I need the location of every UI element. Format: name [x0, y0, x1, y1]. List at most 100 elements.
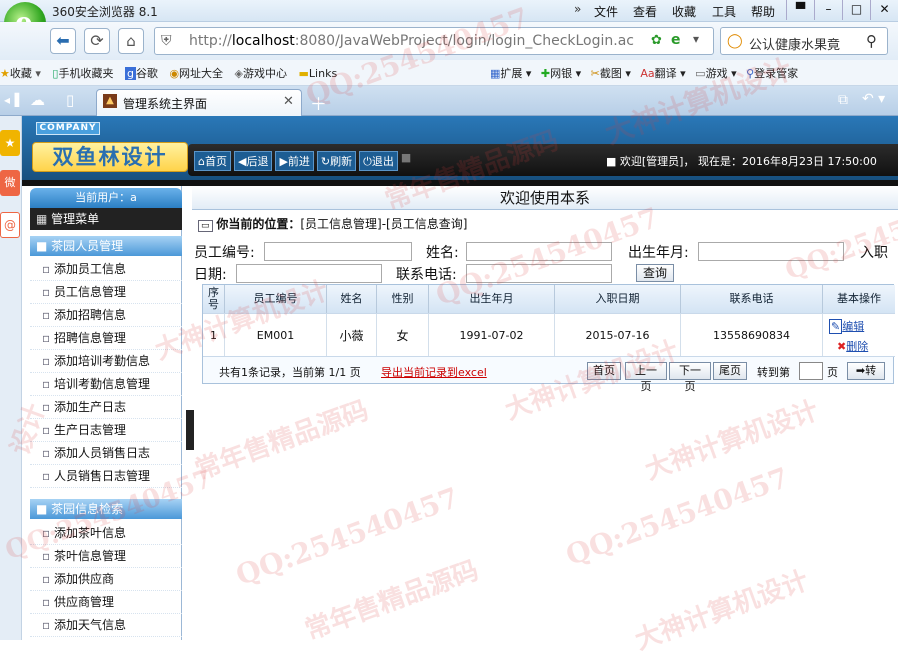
birth-input[interactable]: [698, 242, 844, 261]
nav-strip: ⌂首页 ◀后退 ▶前进 ↻刷新 ⏻退出 ■ ■ 欢迎[管理员]， 现在是：201…: [188, 144, 898, 176]
goto-button[interactable]: ➡转: [847, 362, 885, 380]
ext-screenshot[interactable]: 截图: [600, 67, 622, 80]
minimize-icon[interactable]: –: [814, 0, 842, 20]
sidebar-menu-item[interactable]: ▫ 添加茶叶信息: [30, 522, 182, 545]
maximize-icon[interactable]: □: [842, 0, 870, 20]
chevron-down-icon[interactable]: ▾: [693, 32, 699, 46]
export-excel-link[interactable]: 导出当前记录到excel: [381, 364, 487, 380]
bookmark-games[interactable]: 游戏中心: [243, 67, 287, 80]
sidebar-menu-item[interactable]: ▫ 供应商管理: [30, 591, 182, 614]
ext-login[interactable]: 登录管家: [754, 67, 798, 80]
search-box[interactable]: ◯ 公认健康水果竟 ⚲: [720, 27, 888, 55]
sidebar-menu-item[interactable]: ▫ 添加天气信息: [30, 614, 182, 637]
sidebar-menu-item[interactable]: ▫ 添加生产日志: [30, 396, 182, 419]
emp-no-input[interactable]: [264, 242, 412, 261]
menu-view[interactable]: 查看: [633, 3, 657, 20]
query-button[interactable]: 查询: [636, 264, 674, 282]
cell-actions: ✎ 编辑 ✖删除: [823, 314, 895, 356]
phone-input[interactable]: [466, 264, 612, 283]
bookmark-links[interactable]: Links: [309, 67, 337, 80]
sidebar-menu-item[interactable]: ▫ 招聘信息管理: [30, 327, 182, 350]
col-birth: 出生年月: [429, 285, 555, 313]
tab-bar: ◂▐ ☁ ▯ ▲ 管理系统主界面 ✕ ＋ ⧉ ↶ ▾: [0, 86, 898, 116]
bookmark-google[interactable]: 谷歌: [136, 67, 158, 80]
weibo-icon[interactable]: 微: [0, 170, 20, 196]
bookmark-sites[interactable]: 网址大全: [179, 67, 223, 80]
ext-extend[interactable]: 扩展: [500, 67, 522, 80]
nav-home[interactable]: ⌂首页: [194, 151, 231, 171]
sidebar-toggle-icon[interactable]: ◂▐: [4, 93, 19, 107]
bookmark-mobile[interactable]: 手机收藏夹: [58, 67, 113, 80]
section-tea[interactable]: ■ 茶园信息检索: [30, 499, 182, 519]
forward-nav-icon: ▶: [279, 155, 288, 168]
sidebar-menu-label: 供应商管理: [53, 595, 114, 609]
bookmark-favorites[interactable]: 收藏: [10, 67, 32, 80]
nav-refresh[interactable]: ↻刷新: [316, 151, 357, 171]
section-staff[interactable]: ■ 茶园人员管理: [30, 236, 182, 256]
sidebar-menu-item[interactable]: ▫ 添加招聘信息: [30, 304, 182, 327]
sidebar-menu-item[interactable]: ▫ 添加人员销售日志: [30, 442, 182, 465]
sidebar-menu-item[interactable]: ▫ 员工信息管理: [30, 281, 182, 304]
cloud-icon[interactable]: ☁: [30, 91, 45, 109]
sidebar-menu-item[interactable]: ▫ 人员销售日志管理: [30, 465, 182, 488]
email-icon[interactable]: @: [0, 212, 20, 238]
new-tab-icon[interactable]: ＋: [310, 90, 327, 115]
home-icon[interactable]: ⌂: [118, 28, 144, 54]
undo-close-icon[interactable]: ↶ ▾: [862, 91, 885, 107]
search-input[interactable]: 公认健康水果竟: [749, 34, 859, 53]
phone-sync-icon[interactable]: ▯: [66, 91, 74, 109]
back-icon[interactable]: ⬅: [50, 28, 76, 54]
close-icon[interactable]: ✕: [870, 0, 898, 20]
search-icon[interactable]: ⚲: [866, 32, 877, 50]
skin-icon[interactable]: ▀: [786, 0, 814, 20]
sidebar-menu-item[interactable]: ▫ 培训考勤信息管理: [30, 373, 182, 396]
page-favicon-icon: ▲: [103, 94, 117, 108]
birth-label: 出生年月:: [628, 245, 689, 261]
welcome-info: ■ 欢迎[管理员]， 现在是：2016年8月23日 17:50:00: [606, 155, 877, 168]
speed-icon[interactable]: ✿: [651, 33, 662, 48]
goto-label: 转到第: [757, 366, 790, 379]
menu-favorites[interactable]: 收藏: [672, 3, 696, 20]
sidebar-menu-item[interactable]: ▫ 添加员工信息: [30, 258, 182, 281]
edit-link[interactable]: ✎ 编辑: [829, 318, 864, 334]
sidebar-menu-item[interactable]: ▫ 茶叶信息管理: [30, 545, 182, 568]
name-input[interactable]: [466, 242, 612, 261]
sidebar-collapse-handle[interactable]: [186, 410, 194, 450]
nav-back[interactable]: ◀后退: [233, 151, 273, 171]
join-date-input[interactable]: [236, 264, 382, 283]
col-gender: 性别: [377, 285, 429, 313]
tab-close-icon[interactable]: ✕: [283, 94, 294, 109]
chevron-right-icon[interactable]: »: [574, 2, 581, 16]
sidebar-menu-item[interactable]: ▫ 生产日志管理: [30, 419, 182, 442]
menu-file[interactable]: 文件: [594, 3, 618, 20]
tab-main[interactable]: ▲ 管理系统主界面 ✕: [96, 89, 302, 116]
tab-title: 管理系统主界面: [123, 97, 208, 111]
menu-help[interactable]: 帮助: [751, 3, 775, 20]
favorites-star-icon[interactable]: ★: [0, 130, 20, 156]
nav-logout[interactable]: ⏻退出: [359, 151, 398, 171]
welcome-text: 欢迎[管理员]: [619, 155, 684, 168]
sidebar-menu-item[interactable]: ▫ 添加培训考勤信息: [30, 350, 182, 373]
nav-forward[interactable]: ▶前进: [275, 151, 314, 171]
google-icon: g: [124, 67, 136, 80]
last-page-button[interactable]: 尾页: [713, 362, 747, 380]
ext-translate[interactable]: 翻译: [655, 67, 677, 80]
first-page-button[interactable]: 首页: [587, 362, 621, 380]
time-value: 2016年8月23日 17:50:00: [741, 155, 877, 168]
delete-link[interactable]: ✖删除: [837, 338, 868, 354]
ext-game[interactable]: 游戏: [706, 67, 728, 80]
prev-page-button[interactable]: 上一页: [625, 362, 667, 393]
refresh-icon[interactable]: ⟳: [84, 28, 110, 54]
tab-list-icon[interactable]: ⧉: [838, 92, 848, 108]
ext-bank[interactable]: 网银: [550, 67, 572, 80]
result-table: 序号 员工编号 姓名 性别 出生年月 入职日期 联系电话 基本操作 1 EM00…: [202, 284, 895, 393]
sidebar-menu-item[interactable]: ▫ 添加供应商: [30, 568, 182, 591]
next-page-button[interactable]: 下一页: [669, 362, 711, 393]
cell-name: 小薇: [327, 314, 377, 356]
url-input[interactable]: ⛨ http://localhost:8080/JavaWebProject/l…: [154, 27, 714, 55]
goto-page-input[interactable]: [799, 362, 823, 380]
engine-icon[interactable]: e: [671, 32, 681, 48]
web-page: COMPANY 双鱼林设计 ⌂首页 ◀后退 ▶前进 ↻刷新 ⏻退出 ■ ■ 欢迎…: [22, 116, 898, 640]
cell-birth: 1991-07-02: [429, 314, 555, 356]
menu-tools[interactable]: 工具: [712, 3, 736, 20]
